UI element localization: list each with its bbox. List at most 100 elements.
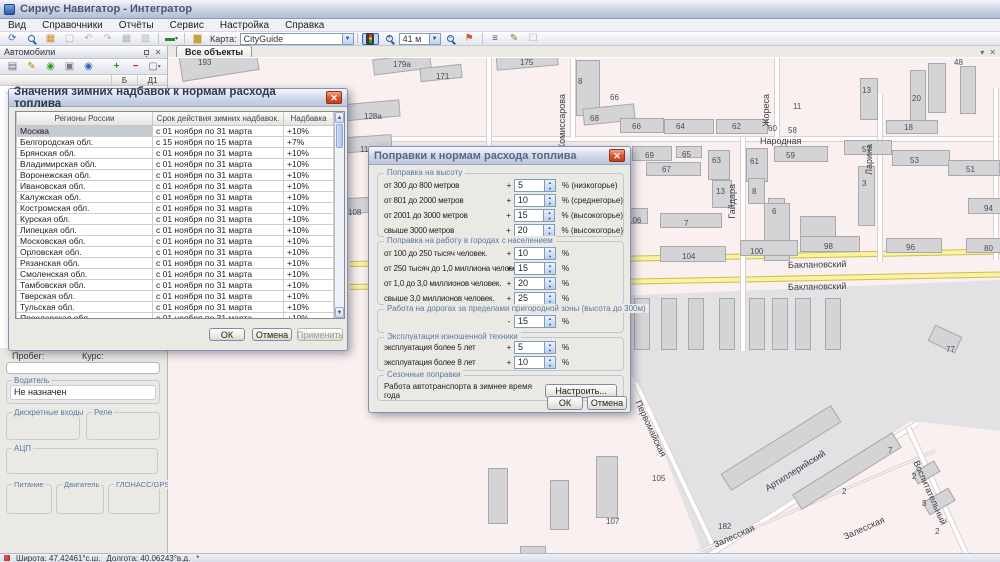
- redo-button[interactable]: ↷: [99, 33, 116, 45]
- vehicle-menu-button[interactable]: ▬▾: [163, 33, 180, 45]
- table-row[interactable]: Тульская обл.с 01 ноября по 31 марта+10%: [17, 301, 334, 312]
- correction-row: эксплуатация более 8 лет+10▲▼%: [378, 355, 623, 370]
- spin-down-icon[interactable]: ▼: [545, 322, 555, 328]
- pin-icon[interactable]: [144, 50, 149, 55]
- edit-button[interactable]: ✎: [506, 33, 523, 45]
- menu-item[interactable]: Справка: [277, 19, 332, 32]
- map-house-number: 13: [862, 86, 871, 95]
- value-spinner[interactable]: 5▲▼: [514, 341, 556, 354]
- menu-item[interactable]: Настройка: [212, 19, 277, 32]
- chevron-down-icon[interactable]: ▼: [429, 34, 440, 44]
- value-spinner[interactable]: 15▲▼: [514, 315, 556, 328]
- table-row[interactable]: Калужская обл.с 01 ноября по 31 марта+10…: [17, 191, 334, 202]
- spin-down-icon[interactable]: ▼: [545, 348, 555, 354]
- checkbox-button[interactable]: ☐: [525, 33, 542, 45]
- globe-blue-button[interactable]: ◉: [80, 61, 97, 73]
- report-button[interactable]: ▤: [4, 61, 21, 73]
- table-row[interactable]: Тамбовская обл.с 01 ноября по 31 марта+1…: [17, 279, 334, 290]
- value-spinner[interactable]: 15▲▼: [514, 209, 556, 222]
- spin-down-icon[interactable]: ▼: [545, 254, 555, 260]
- table-row[interactable]: Смоленская обл.с 01 ноября по 31 марта+1…: [17, 268, 334, 279]
- close-icon[interactable]: ✕: [326, 91, 342, 104]
- undo-button[interactable]: ↶: [80, 33, 97, 45]
- menu-item[interactable]: Отчёты: [111, 19, 162, 32]
- col-allowance[interactable]: Надбавка: [284, 112, 334, 125]
- grid-button[interactable]: ▦: [118, 33, 135, 45]
- table-row[interactable]: Ярославская обл.с 01 ноября по 31 марта+…: [17, 312, 334, 319]
- calendar-button[interactable]: ▦: [42, 33, 59, 45]
- table-row[interactable]: Белгородская обл.с 15 ноября по 15 марта…: [17, 136, 334, 147]
- table-row[interactable]: Орловская обл.с 01 ноября по 31 марта+10…: [17, 246, 334, 257]
- correction-label: от 2001 до 3000 метров: [384, 211, 504, 220]
- copy-button[interactable]: ▢: [61, 33, 78, 45]
- scroll-up-icon[interactable]: ▲: [335, 112, 344, 123]
- mileage-course-field[interactable]: [6, 362, 160, 374]
- table-row[interactable]: Тверская обл.с 01 ноября по 31 марта+10%: [17, 290, 334, 301]
- cell-period: с 01 ноября по 31 марта: [153, 301, 284, 312]
- zoom-in-button[interactable]: +: [381, 33, 398, 45]
- seasonal-label: Работа автотранспорта в зимнее время год…: [384, 382, 545, 400]
- ok-button[interactable]: ОК: [547, 396, 583, 410]
- cancel-button[interactable]: Отмена: [587, 396, 627, 410]
- table-row[interactable]: Рязанская обл.с 01 ноября по 31 марта+10…: [17, 257, 334, 268]
- value-spinner[interactable]: 10▲▼: [514, 356, 556, 369]
- map-house-number: 63: [712, 156, 721, 165]
- photo-button[interactable]: ▣: [61, 61, 78, 73]
- close-icon[interactable]: ✕: [153, 48, 163, 57]
- home-flag-button[interactable]: ⚑: [461, 33, 478, 45]
- chart-button[interactable]: ▆: [189, 33, 206, 45]
- remove-vehicle-button[interactable]: −: [127, 61, 144, 73]
- panel-view-button[interactable]: ▢▾: [146, 61, 163, 73]
- apply-button[interactable]: Применить: [297, 328, 343, 341]
- list-button[interactable]: ≡: [487, 33, 504, 45]
- table-row[interactable]: Ивановская обл.с 01 ноября по 31 марта+1…: [17, 180, 334, 191]
- cancel-button[interactable]: Отмена: [252, 328, 292, 341]
- table-row[interactable]: Московская обл.с 01 ноября по 31 марта+1…: [17, 235, 334, 246]
- zoom-level-combo[interactable]: 41 м ▼: [399, 33, 441, 45]
- close-icon[interactable]: ✕: [609, 149, 625, 162]
- spin-down-icon[interactable]: ▼: [545, 186, 555, 192]
- panel-menu-icon[interactable]: ▾: [980, 48, 984, 57]
- traffic-toggle-button[interactable]: [362, 33, 379, 45]
- table-row[interactable]: Курская обл.с 01 ноября по 31 марта+10%: [17, 213, 334, 224]
- map-house-number: 171: [436, 72, 449, 81]
- scroll-down-icon[interactable]: ▼: [335, 307, 344, 318]
- globe-green-button[interactable]: ◉: [42, 61, 59, 73]
- zoom-out-button[interactable]: −: [442, 33, 459, 45]
- menu-item[interactable]: Справочники: [34, 19, 111, 32]
- spin-down-icon[interactable]: ▼: [545, 269, 555, 275]
- spin-down-icon[interactable]: ▼: [544, 216, 554, 222]
- value-spinner[interactable]: 5▲▼: [514, 179, 556, 192]
- vertical-scrollbar[interactable]: ▲ ▼: [334, 112, 344, 318]
- panel-close-icon[interactable]: ✕: [989, 48, 996, 57]
- table-row[interactable]: Липецкая обл.с 01 ноября по 31 марта+10%: [17, 224, 334, 235]
- chevron-down-icon[interactable]: ▼: [342, 34, 353, 44]
- col-regions[interactable]: Регионы России: [17, 112, 153, 125]
- value-spinner[interactable]: 10▲▼: [514, 247, 556, 260]
- add-vehicle-button[interactable]: +: [108, 61, 125, 73]
- table-row[interactable]: Москвас 01 ноября по 31 марта+10%: [17, 125, 334, 136]
- spin-down-icon[interactable]: ▼: [545, 363, 555, 369]
- table-row[interactable]: Костромская обл.с 01 ноября по 31 марта+…: [17, 202, 334, 213]
- table-row[interactable]: Брянская обл.с 01 ноября по 31 марта+10%: [17, 147, 334, 158]
- spin-down-icon[interactable]: ▼: [545, 284, 555, 290]
- map-building: [646, 162, 701, 176]
- value-spinner[interactable]: 20▲▼: [514, 277, 556, 290]
- col-period[interactable]: Срок действия зимних надбавок.: [153, 112, 284, 125]
- scroll-thumb[interactable]: [336, 124, 343, 148]
- value-spinner[interactable]: 10▲▼: [514, 194, 556, 207]
- ok-button[interactable]: ОК: [209, 328, 245, 341]
- layout-button[interactable]: ▥: [137, 33, 154, 45]
- table-row[interactable]: Воронежская обл.с 01 ноября по 31 марта+…: [17, 169, 334, 180]
- table-row[interactable]: Владимирская обл.с 01 ноября по 31 марта…: [17, 158, 334, 169]
- search-button[interactable]: [23, 33, 40, 45]
- edit-vehicle-button[interactable]: ✎: [23, 61, 40, 73]
- menu-item[interactable]: Сервис: [162, 19, 212, 32]
- spinner-value: 5: [515, 342, 544, 353]
- spin-down-icon[interactable]: ▼: [545, 201, 555, 207]
- menu-item[interactable]: Вид: [0, 19, 34, 32]
- value-spinner[interactable]: 15▲▼: [514, 262, 556, 275]
- refresh-button[interactable]: ⟳: [4, 33, 21, 45]
- tab-all-objects[interactable]: Все объекты: [176, 45, 252, 57]
- map-select-combo[interactable]: CityGuide ▼: [240, 33, 354, 45]
